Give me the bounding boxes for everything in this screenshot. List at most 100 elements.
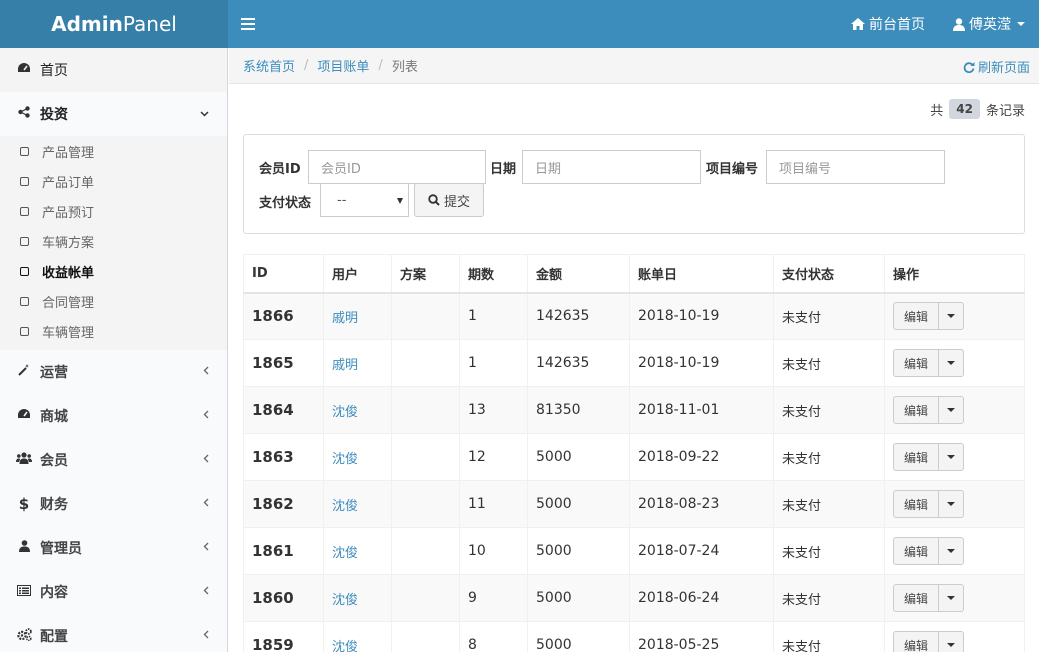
- edit-button[interactable]: 编辑: [894, 538, 939, 564]
- action-dropdown-button[interactable]: [939, 397, 963, 423]
- sidebar-subitem-vehicles[interactable]: 车辆管理: [0, 316, 227, 346]
- sidebar-subitem-label: 车辆方案: [42, 235, 95, 251]
- cell-period: 8: [459, 621, 528, 652]
- front-page-label: 前台首页: [869, 17, 925, 33]
- cell-user-link[interactable]: 沈俊: [323, 527, 392, 575]
- edit-button[interactable]: 编辑: [894, 632, 939, 652]
- cell-amount: 142635: [527, 292, 630, 340]
- edit-button[interactable]: 编辑: [894, 350, 939, 376]
- sidebar-item-admins[interactable]: 管理员: [0, 526, 227, 570]
- edit-button[interactable]: 编辑: [894, 303, 939, 330]
- record-count: 共 42 条记录: [930, 99, 1025, 119]
- column-header-id: ID: [243, 254, 324, 294]
- user-menu[interactable]: 傅英滢: [953, 14, 1025, 34]
- sidebar-subitem-contracts[interactable]: 合同管理: [0, 286, 227, 316]
- cell-user-link[interactable]: 沈俊: [323, 433, 392, 481]
- sidebar-subitem-product-manage[interactable]: 产品管理: [0, 136, 227, 166]
- action-dropdown-button[interactable]: [939, 444, 963, 470]
- action-dropdown-button[interactable]: [939, 538, 963, 564]
- cell-amount: 5000: [527, 527, 630, 575]
- circle-icon: [20, 266, 29, 276]
- sidebar-item-label: 商城: [40, 409, 68, 425]
- cell-user-link[interactable]: 沈俊: [323, 621, 392, 652]
- cell-bill-date: 2018-05-25: [629, 621, 774, 652]
- table-row: 1861 沈俊 10 5000 2018-07-24 未支付 编辑: [243, 527, 1025, 575]
- member-id-input[interactable]: 会员ID: [308, 150, 486, 184]
- sidebar-subitem-label: 车辆管理: [42, 325, 95, 341]
- edit-button[interactable]: 编辑: [894, 491, 939, 517]
- sidebar-item-operations[interactable]: 运营: [0, 350, 227, 394]
- cell-bill-date: 2018-06-24: [629, 574, 774, 622]
- cell-plan: [391, 433, 460, 481]
- action-dropdown-button[interactable]: [939, 632, 963, 652]
- cell-plan: [391, 292, 460, 340]
- cell-user-link[interactable]: 沈俊: [323, 480, 392, 528]
- action-dropdown-button[interactable]: [939, 350, 963, 376]
- users-icon: [16, 452, 32, 468]
- caret-down-icon: [947, 596, 955, 600]
- cell-user-link[interactable]: 沈俊: [323, 386, 392, 434]
- circle-icon: [20, 326, 29, 336]
- cell-user-link[interactable]: 戚明: [323, 292, 392, 340]
- action-dropdown-button[interactable]: [939, 491, 963, 517]
- cell-bill-date: 2018-10-19: [629, 339, 774, 387]
- cell-id: 1862: [243, 480, 324, 528]
- edit-button[interactable]: 编辑: [894, 397, 939, 423]
- sidebar-subitem-label: 合同管理: [42, 295, 95, 311]
- front-page-link[interactable]: 前台首页: [851, 14, 925, 34]
- user-name: 傅英滢: [969, 17, 1011, 33]
- sidebar-item-home[interactable]: 首页: [0, 48, 227, 92]
- circle-icon: [20, 146, 29, 156]
- pay-status-select[interactable]: --: [320, 183, 409, 217]
- date-input[interactable]: 日期: [522, 150, 701, 184]
- sidebar-item-mall[interactable]: 商城: [0, 394, 227, 438]
- breadcrumb-home-link[interactable]: 系统首页: [243, 56, 295, 75]
- sidebar-item-members[interactable]: 会员: [0, 438, 227, 482]
- sidebar-subitem-income-bills[interactable]: 收益帐单: [0, 256, 227, 286]
- caret-down-icon: [947, 455, 955, 459]
- brand-bold: Admin: [51, 12, 123, 36]
- cell-id: 1863: [243, 433, 324, 481]
- circle-icon: [20, 296, 29, 306]
- cell-id: 1861: [243, 527, 324, 575]
- edit-button[interactable]: 编辑: [894, 444, 939, 470]
- action-dropdown-button[interactable]: [939, 585, 963, 611]
- sidebar-item-invest[interactable]: 投资: [0, 92, 227, 136]
- table-row: 1866 戚明 1 142635 2018-10-19 未支付 编辑: [243, 292, 1025, 340]
- table-row: 1860 沈俊 9 5000 2018-06-24 未支付 编辑: [243, 574, 1025, 622]
- sidebar-item-label: 首页: [40, 63, 68, 79]
- table-row: 1864 沈俊 13 81350 2018-11-01 未支付 编辑: [243, 386, 1025, 434]
- cell-user-link[interactable]: 沈俊: [323, 574, 392, 622]
- sidebar-subitem-vehicle-plan[interactable]: 车辆方案: [0, 226, 227, 256]
- project-no-input[interactable]: 项目编号: [766, 150, 945, 184]
- breadcrumb-section-link[interactable]: 项目账单: [317, 56, 369, 75]
- bills-table: ID 用户 方案 期数 金额 账单日 支付状态 操作 1866 戚明 1 142…: [243, 254, 1025, 652]
- sidebar-item-finance[interactable]: $ 财务: [0, 482, 227, 526]
- sidebar-subitem-product-booking[interactable]: 产品预订: [0, 196, 227, 226]
- record-count-badge: 42: [949, 99, 980, 119]
- cell-user-link[interactable]: 戚明: [323, 339, 392, 387]
- user-icon: [16, 540, 32, 556]
- share-icon: [16, 106, 32, 122]
- sidebar-toggle-icon[interactable]: [241, 15, 255, 31]
- sidebar-item-config[interactable]: 配置: [0, 614, 227, 652]
- search-icon: [428, 194, 440, 206]
- cell-plan: [391, 386, 460, 434]
- cell-plan: [391, 621, 460, 652]
- sidebar-subitem-product-orders[interactable]: 产品订单: [0, 166, 227, 196]
- sidebar-item-content[interactable]: 内容: [0, 570, 227, 614]
- edit-button[interactable]: 编辑: [894, 585, 939, 611]
- table-row: 1865 戚明 1 142635 2018-10-19 未支付 编辑: [243, 339, 1025, 387]
- chevron-left-icon: [203, 496, 209, 511]
- sidebar-item-label: 财务: [40, 497, 68, 513]
- chevron-down-icon: [200, 106, 209, 121]
- sidebar-item-label: 配置: [40, 629, 68, 645]
- row-action-group: 编辑: [893, 302, 964, 331]
- action-dropdown-button[interactable]: [939, 303, 963, 329]
- refresh-page-button[interactable]: 刷新页面: [963, 57, 1030, 76]
- cell-actions: 编辑: [884, 386, 1025, 434]
- cell-amount: 5000: [527, 621, 630, 652]
- brand-logo[interactable]: Admin Panel: [0, 0, 228, 48]
- submit-button[interactable]: 提交: [414, 183, 484, 217]
- sidebar-item-label: 管理员: [40, 541, 82, 557]
